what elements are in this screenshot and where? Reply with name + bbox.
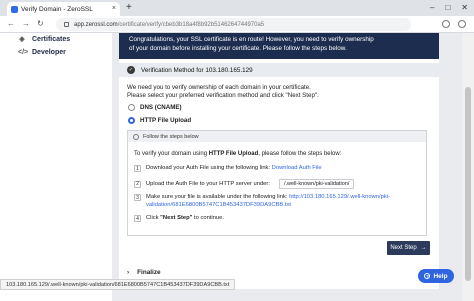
help-label: Help: [433, 272, 448, 280]
step-text: Upload the Auth File to your HTTP server…: [146, 181, 270, 187]
step-text: Make sure your file is available under t…: [146, 194, 290, 200]
sidebar-item-label: Developer: [32, 49, 66, 56]
steps-box: Follow the steps below To verify your do…: [127, 130, 427, 236]
step-number: 3: [134, 194, 141, 201]
option-dns-cname[interactable]: DNS (CNAME): [128, 104, 182, 111]
new-tab-button[interactable]: +: [126, 3, 132, 13]
option-label: HTTP File Upload: [140, 117, 192, 124]
url-path: /certificate/verify/cbeb3b18a4f8b92b5146…: [117, 21, 265, 28]
download-auth-file-link[interactable]: Download Auth File: [272, 165, 322, 171]
tab-title: Verify Domain - ZeroSSL: [21, 5, 93, 13]
step-text: Download your Auth File using the follow…: [146, 165, 272, 171]
description-line-2: Please select your preferred verificatio…: [127, 92, 319, 99]
finalize-section[interactable]: › Finalize: [127, 269, 161, 276]
check-circle-icon: ✓: [127, 66, 135, 74]
status-bar-url: 103.180.165.129/.well-known/pki-validati…: [0, 279, 236, 290]
step-text-end: to continue.: [192, 215, 224, 221]
profile-icon[interactable]: [442, 20, 450, 28]
validation-url-link-cont[interactable]: validation/681E6800B5747C1B453437DF39DA9…: [146, 202, 291, 208]
congrats-banner: Congratulations, your SSL certificate is…: [119, 33, 439, 59]
validation-url-link[interactable]: http://103.180.165.129/.well-known/pki-: [289, 194, 390, 200]
forward-icon[interactable]: →: [22, 19, 30, 28]
step-1: 1 Download your Auth File using the foll…: [134, 165, 322, 172]
verification-card: Congratulations, your SSL certificate is…: [119, 33, 439, 289]
arrow-right-icon: →: [420, 245, 427, 251]
banner-line-2: of your domain before installing your ce…: [129, 44, 347, 52]
step-number: 4: [134, 215, 141, 222]
steps-header: Follow the steps below: [128, 131, 426, 142]
browser-tab-bar: Verify Domain - ZeroSSL × + – □ ✕: [0, 0, 474, 16]
steps-intro: To verify your domain using HTTP File Up…: [134, 151, 341, 157]
menu-icon[interactable]: [458, 20, 466, 28]
browser-toolbar: ← → ↻ app.zerossl.com /certificate/verif…: [0, 16, 474, 33]
window-controls: – □ ✕: [430, 3, 468, 12]
option-label: DNS (CNAME): [140, 104, 182, 111]
step-bold: "Next Step": [160, 215, 193, 221]
address-bar[interactable]: app.zerossl.com /certificate/verify/cbeb…: [56, 18, 411, 31]
intro-method: HTTP File Upload: [208, 151, 259, 157]
intro-text: To verify your domain using: [134, 151, 209, 157]
step-number: 2: [134, 180, 141, 188]
scrollbar[interactable]: [462, 33, 474, 301]
radio-http[interactable]: [128, 117, 135, 124]
verification-method-header[interactable]: ✓ Verification Method for 103.180.165.12…: [119, 63, 439, 77]
description-line-1: We need you to verify ownership of each …: [127, 84, 311, 91]
code-icon: </>: [18, 49, 29, 56]
step-2: 2 Upload the Auth File to your HTTP serv…: [134, 179, 355, 189]
minimize-icon[interactable]: –: [430, 3, 434, 12]
help-button[interactable]: ? Help: [418, 269, 454, 283]
page-viewport: ◈ Certificates </> Developer Congratulat…: [0, 33, 474, 301]
step-number: 1: [134, 165, 141, 172]
step-3: 3 Make sure your file is available under…: [134, 194, 390, 209]
sidebar: ◈ Certificates </> Developer: [0, 33, 112, 301]
shield-icon: ◈: [19, 36, 25, 43]
scrollbar-thumb[interactable]: [465, 87, 471, 281]
zerossl-favicon-icon: [11, 5, 18, 13]
maximize-icon[interactable]: □: [445, 3, 450, 12]
step-4: 4 Click "Next Step" to continue.: [134, 215, 224, 222]
option-http-file-upload[interactable]: HTTP File Upload: [128, 117, 191, 124]
window-close-icon[interactable]: ✕: [461, 3, 468, 12]
back-icon[interactable]: ←: [7, 19, 15, 28]
sidebar-item-label: Certificates: [32, 35, 71, 43]
intro-text-end: , please follow the steps below:: [258, 151, 342, 157]
sidebar-item-certificates[interactable]: ◈ Certificates: [18, 35, 71, 44]
chevron-right-icon: ›: [127, 269, 130, 276]
lock-icon: [64, 22, 69, 27]
check-circle-icon: [133, 133, 139, 140]
browser-tab[interactable]: Verify Domain - ZeroSSL ×: [7, 2, 120, 16]
url-host: app.zerossl.com: [74, 21, 118, 28]
step-text: Click: [146, 215, 161, 221]
validation-path-box[interactable]: /.well-known/pki-validation/: [278, 179, 355, 189]
steps-header-label: Follow the steps below: [143, 133, 199, 140]
next-step-button[interactable]: Next Step →: [387, 241, 430, 255]
tab-close-icon[interactable]: ×: [112, 5, 116, 12]
sidebar-item-developer[interactable]: </> Developer: [18, 49, 66, 56]
reload-icon[interactable]: ↻: [37, 19, 44, 28]
next-step-label: Next Step: [390, 245, 417, 251]
radio-dns[interactable]: [128, 104, 135, 111]
verification-description: We need you to verify ownership of each …: [127, 84, 427, 100]
question-icon: ?: [424, 273, 431, 279]
finalize-label: Finalize: [137, 269, 161, 276]
banner-line-1: Congratulations, your SSL certificate is…: [129, 36, 374, 43]
verification-method-title: Verification Method for 103.180.165.129: [141, 66, 253, 74]
